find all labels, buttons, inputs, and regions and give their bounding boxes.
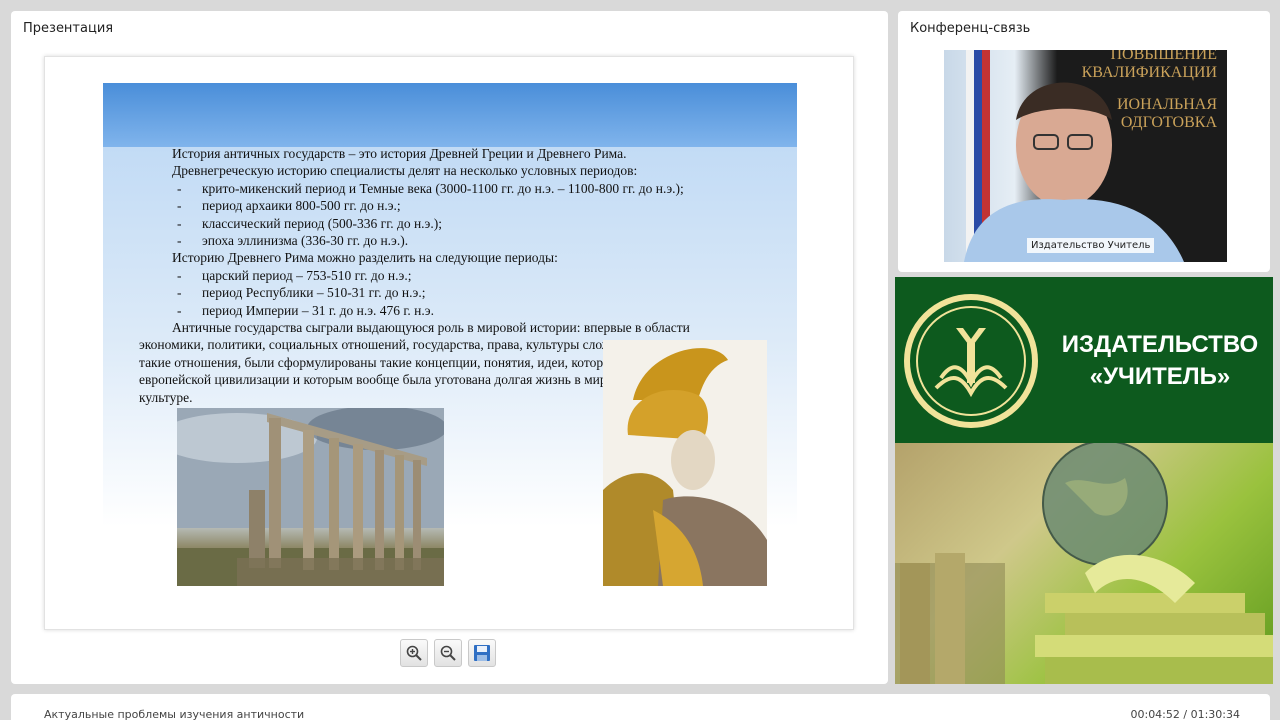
slide-bullet: - крито-микенский период и Темные века (3…: [177, 180, 684, 196]
publisher-header: ИЗДАТЕЛЬСТВО «УЧИТЕЛЬ»: [895, 277, 1273, 443]
slide-header-band: [103, 83, 797, 147]
slide-bullet: - период Республики – 510-31 гг. до н.э.;: [177, 285, 426, 301]
slide-bullet: - период архаики 800-500 гг. до н.э.;: [177, 198, 401, 214]
slide-bullet: - период Империи – 31 г. до н.э. 476 г. н…: [177, 302, 434, 318]
speaker-name-label: Издательство Учитель: [1027, 238, 1155, 253]
zoom-in-icon: [406, 645, 422, 661]
presentation-panel: Презентация История античных государств …: [11, 11, 888, 684]
status-bar: Актуальные проблемы изучения античности …: [11, 694, 1270, 720]
zoom-in-button[interactable]: [400, 639, 428, 667]
zoom-out-button[interactable]: [434, 639, 462, 667]
save-button[interactable]: [468, 639, 496, 667]
slide-line: Древнегреческую историю специалисты деля…: [172, 163, 638, 179]
save-icon: [474, 645, 490, 661]
backdrop-text: ИОНАЛЬНАЯ: [1116, 96, 1217, 113]
slide-line: История античных государств – это истори…: [172, 146, 627, 161]
books-globe-image: [895, 443, 1273, 684]
course-title: Актуальные проблемы изучения античности: [44, 708, 305, 720]
slide-bullet: - царский период – 753-510 гг. до н.э.;: [177, 267, 412, 283]
playback-timer: 00:04:52 / 01:30:34: [1130, 708, 1240, 720]
backdrop-text: ОДГОТОВКА: [1120, 114, 1217, 131]
presentation-panel-title: Презентация: [23, 21, 114, 36]
athena-statue-image: [603, 340, 767, 586]
slide-bullet: - эпоха эллинизма (336-30 гг. до н.э.).: [177, 233, 409, 249]
slide-toolbar: [400, 639, 496, 667]
backdrop-text: КВАЛИФИКАЦИИ: [1081, 64, 1217, 81]
speaker-video[interactable]: ПОВЫШЕНИЕ КВАЛИФИКАЦИИ ИОНАЛЬНАЯ ОДГОТОВ…: [944, 50, 1227, 262]
backdrop-text: ПОВЫШЕНИЕ: [1110, 50, 1217, 63]
publisher-banner: ИЗДАТЕЛЬСТВО «УЧИТЕЛЬ»: [895, 277, 1273, 684]
publisher-name: ИЗДАТЕЛЬСТВО «УЧИТЕЛЬ»: [1061, 331, 1259, 390]
ruins-image: [177, 408, 444, 586]
conference-panel: Конференц-связь ПОВЫШЕНИЕ КВАЛИФИКАЦИИ И…: [898, 11, 1270, 272]
slide-line: Историю Древнего Рима можно разделить на…: [172, 250, 558, 266]
publisher-logo-icon: [904, 294, 1038, 428]
conference-panel-title: Конференц-связь: [910, 21, 1031, 36]
zoom-out-icon: [440, 645, 456, 661]
slide-bullet: - классический период (500-336 гг. до н.э…: [177, 215, 442, 231]
slide: История античных государств – это истори…: [44, 56, 854, 630]
